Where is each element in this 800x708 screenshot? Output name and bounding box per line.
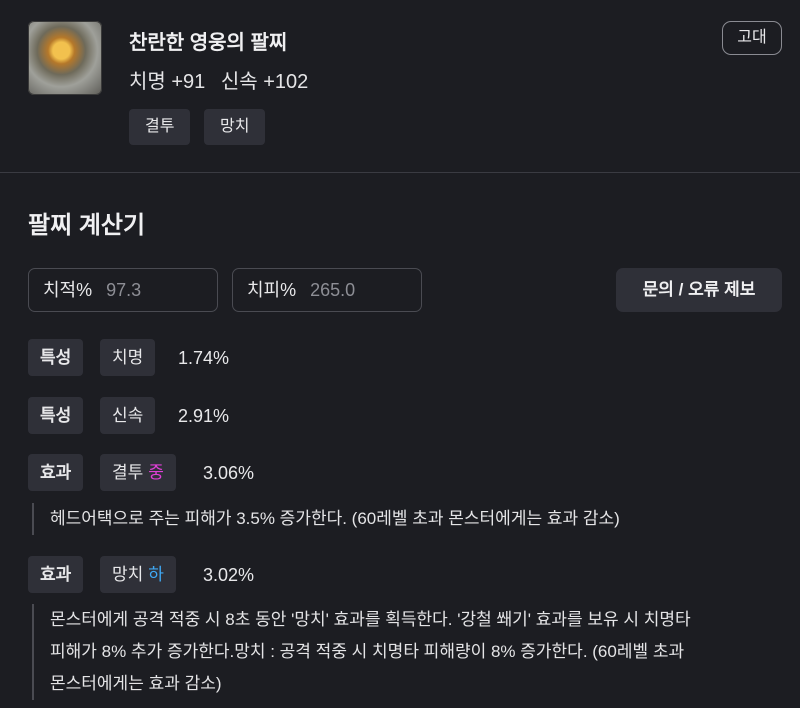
row-kind-badge: 효과 <box>28 556 84 593</box>
effect-description: 몬스터에게 공격 적중 시 8초 동안 '망치' 효과를 획득한다. '강철 쐐… <box>32 604 691 700</box>
crit-rate-value[interactable]: 97.3 <box>106 280 141 300</box>
row-kind-badge: 효과 <box>28 454 84 491</box>
stat-swiftness: 신속 +102 <box>220 71 309 93</box>
engraving-tag-duel: 결투 <box>129 109 191 145</box>
row-value: 1.74% <box>178 348 230 368</box>
row-kind-badge: 특성 <box>28 339 84 376</box>
engraving-name: 망치 <box>112 565 144 584</box>
item-header: 찬란한 영웅의 팔찌 치명 +91 신속 +102 결투 망치 고대 <box>0 0 800 173</box>
description-line: 피해가 8% 추가 증가한다.망치 : 공격 적중 시 치명타 피해량이 8% … <box>50 642 685 661</box>
grade-badge: 고대 <box>722 21 782 55</box>
row-name-chip: 치명 <box>100 339 156 376</box>
row-value: 2.91% <box>178 406 230 426</box>
row-name-chip: 신속 <box>100 397 156 434</box>
engraving-tag-hammer: 망치 <box>204 109 266 145</box>
row-value: 3.06% <box>203 463 255 483</box>
row-kind-badge: 특성 <box>28 397 84 434</box>
item-name: 찬란한 영웅의 팔찌 <box>129 32 288 54</box>
item-stats: 치명 +91 신속 +102 <box>129 65 318 94</box>
report-button[interactable]: 문의 / 오류 제보 <box>616 268 782 312</box>
description-line: 몬스터에게 공격 적중 시 8초 동안 '망치' 효과를 획득한다. '강철 쐐… <box>50 610 691 629</box>
crit-damage-label: 치피% <box>247 280 297 300</box>
engraving-name: 결투 <box>112 463 144 482</box>
row-value: 3.02% <box>203 565 255 585</box>
calculator-title: 팔찌 계산기 <box>28 212 146 239</box>
crit-damage-input[interactable]: 치피% 265.0 <box>232 268 422 312</box>
effect-description: 헤드어택으로 주는 피해가 3.5% 증가한다. (60레벨 초과 몬스터에게는… <box>32 503 620 535</box>
crit-rate-label: 치적% <box>43 280 93 300</box>
bracelet-icon <box>28 21 102 95</box>
crit-damage-value[interactable]: 265.0 <box>310 280 355 300</box>
description-line: 몬스터에게는 효과 감소) <box>50 674 222 693</box>
engraving-level: 중 <box>148 463 164 482</box>
stat-crit: 치명 +91 <box>129 71 206 93</box>
row-name-chip: 망치 하 <box>100 556 176 593</box>
row-name-chip: 결투 중 <box>100 454 176 491</box>
engraving-level: 하 <box>148 565 164 584</box>
crit-rate-input[interactable]: 치적% 97.3 <box>28 268 218 312</box>
